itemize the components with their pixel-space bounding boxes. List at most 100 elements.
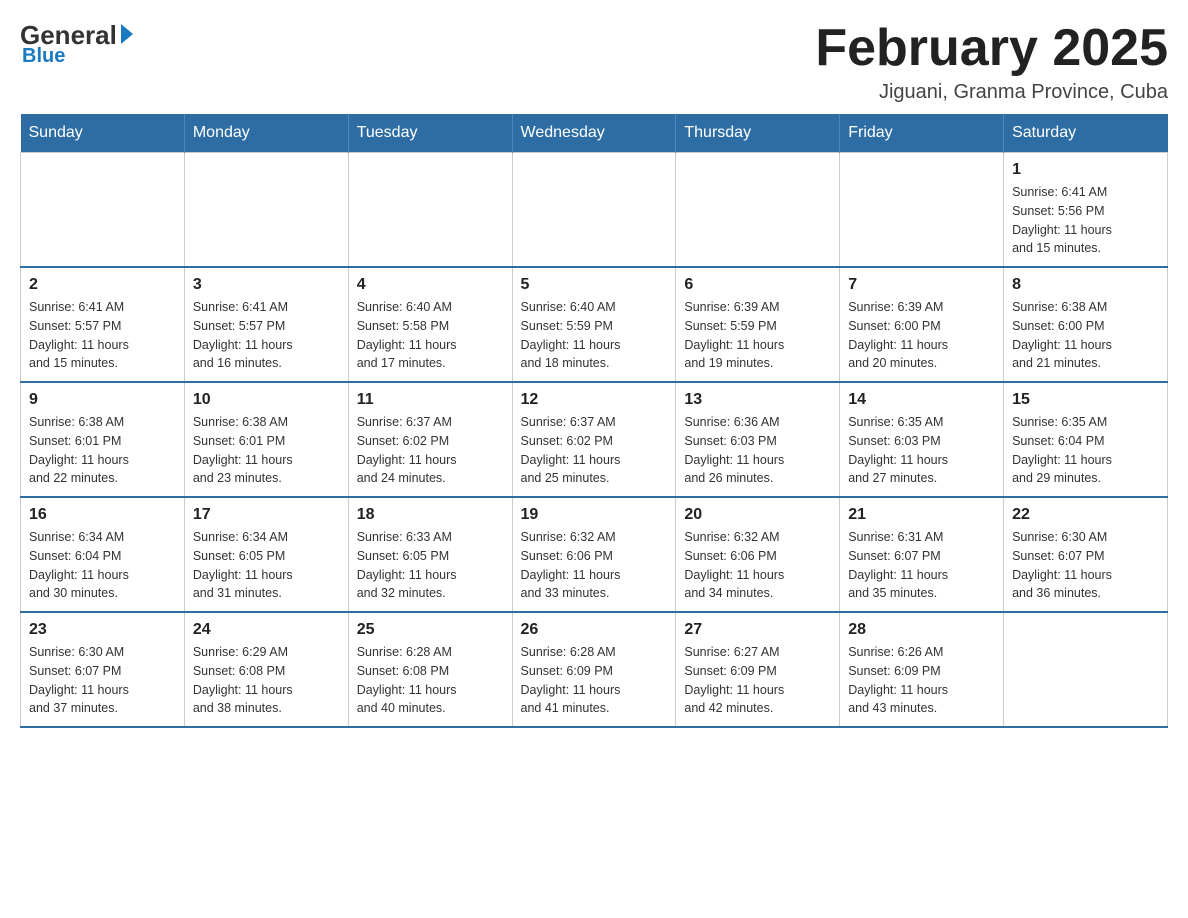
day-info: Sunrise: 6:28 AM Sunset: 6:09 PM Dayligh… (521, 643, 668, 718)
day-number: 23 (29, 621, 176, 639)
calendar-cell: 25 Sunrise: 6:28 AM Sunset: 6:08 PM Dayli… (348, 612, 512, 727)
calendar-cell: 1 Sunrise: 6:41 AM Sunset: 5:56 PM Daylig… (1004, 153, 1168, 268)
calendar-cell (1004, 612, 1168, 727)
calendar-cell: 10 Sunrise: 6:38 AM Sunset: 6:01 PM Dayli… (184, 382, 348, 497)
title-area: February 2025 Jiguani, Granma Province, … (815, 20, 1168, 104)
day-info: Sunrise: 6:30 AM Sunset: 6:07 PM Dayligh… (29, 643, 176, 718)
day-info: Sunrise: 6:36 AM Sunset: 6:03 PM Dayligh… (684, 413, 831, 488)
calendar-cell: 14 Sunrise: 6:35 AM Sunset: 6:03 PM Dayli… (840, 382, 1004, 497)
calendar-cell: 11Sunrise: 6:37 AM Sunset: 6:02 PM Dayli… (348, 382, 512, 497)
day-number: 12 (521, 391, 668, 409)
calendar-cell: 18 Sunrise: 6:33 AM Sunset: 6:05 PM Dayli… (348, 497, 512, 612)
calendar-cell (184, 153, 348, 268)
day-number: 1 (1012, 161, 1159, 179)
calendar-title: February 2025 (815, 20, 1168, 77)
day-info: Sunrise: 6:30 AM Sunset: 6:07 PM Dayligh… (1012, 528, 1159, 603)
day-info: Sunrise: 6:26 AM Sunset: 6:09 PM Dayligh… (848, 643, 995, 718)
day-info: Sunrise: 6:38 AM Sunset: 6:01 PM Dayligh… (29, 413, 176, 488)
day-number: 27 (684, 621, 831, 639)
calendar-cell: 23 Sunrise: 6:30 AM Sunset: 6:07 PM Dayli… (21, 612, 185, 727)
week-row-2: 2 Sunrise: 6:41 AM Sunset: 5:57 PM Daylig… (21, 267, 1168, 382)
day-number: 8 (1012, 276, 1159, 294)
calendar-cell: 7 Sunrise: 6:39 AM Sunset: 6:00 PM Daylig… (840, 267, 1004, 382)
day-info: Sunrise: 6:39 AM Sunset: 5:59 PM Dayligh… (684, 298, 831, 373)
day-number: 17 (193, 506, 340, 524)
week-row-3: 9 Sunrise: 6:38 AM Sunset: 6:01 PM Daylig… (21, 382, 1168, 497)
calendar-cell: 15 Sunrise: 6:35 AM Sunset: 6:04 PM Dayli… (1004, 382, 1168, 497)
day-number: 3 (193, 276, 340, 294)
day-number: 9 (29, 391, 176, 409)
day-number: 16 (29, 506, 176, 524)
day-number: 26 (521, 621, 668, 639)
logo-arrow-icon (121, 24, 133, 44)
calendar-cell: 26 Sunrise: 6:28 AM Sunset: 6:09 PM Dayli… (512, 612, 676, 727)
calendar-cell: 12 Sunrise: 6:37 AM Sunset: 6:02 PM Dayli… (512, 382, 676, 497)
day-number: 19 (521, 506, 668, 524)
calendar-cell (21, 153, 185, 268)
calendar-cell: 19 Sunrise: 6:32 AM Sunset: 6:06 PM Dayli… (512, 497, 676, 612)
day-number: 2 (29, 276, 176, 294)
day-number: 24 (193, 621, 340, 639)
weekday-header-monday: Monday (184, 114, 348, 153)
day-number: 14 (848, 391, 995, 409)
day-number: 5 (521, 276, 668, 294)
day-info: Sunrise: 6:34 AM Sunset: 6:05 PM Dayligh… (193, 528, 340, 603)
day-number: 28 (848, 621, 995, 639)
day-info: Sunrise: 6:31 AM Sunset: 6:07 PM Dayligh… (848, 528, 995, 603)
calendar-table: SundayMondayTuesdayWednesdayThursdayFrid… (20, 114, 1168, 728)
calendar-cell: 4 Sunrise: 6:40 AM Sunset: 5:58 PM Daylig… (348, 267, 512, 382)
calendar-subtitle: Jiguani, Granma Province, Cuba (815, 81, 1168, 104)
weekday-header-row: SundayMondayTuesdayWednesdayThursdayFrid… (21, 114, 1168, 153)
logo: General Blue (20, 20, 133, 68)
calendar-cell: 8 Sunrise: 6:38 AM Sunset: 6:00 PM Daylig… (1004, 267, 1168, 382)
calendar-cell: 6 Sunrise: 6:39 AM Sunset: 5:59 PM Daylig… (676, 267, 840, 382)
day-number: 22 (1012, 506, 1159, 524)
calendar-cell: 2 Sunrise: 6:41 AM Sunset: 5:57 PM Daylig… (21, 267, 185, 382)
calendar-cell: 17 Sunrise: 6:34 AM Sunset: 6:05 PM Dayli… (184, 497, 348, 612)
calendar-cell: 27 Sunrise: 6:27 AM Sunset: 6:09 PM Dayli… (676, 612, 840, 727)
weekday-header-wednesday: Wednesday (512, 114, 676, 153)
day-number: 13 (684, 391, 831, 409)
weekday-header-saturday: Saturday (1004, 114, 1168, 153)
day-info: Sunrise: 6:39 AM Sunset: 6:00 PM Dayligh… (848, 298, 995, 373)
calendar-cell: 21 Sunrise: 6:31 AM Sunset: 6:07 PM Dayli… (840, 497, 1004, 612)
day-info: Sunrise: 6:34 AM Sunset: 6:04 PM Dayligh… (29, 528, 176, 603)
day-number: 6 (684, 276, 831, 294)
day-number: 18 (357, 506, 504, 524)
calendar-cell: 24Sunrise: 6:29 AM Sunset: 6:08 PM Dayli… (184, 612, 348, 727)
day-info: Sunrise: 6:35 AM Sunset: 6:03 PM Dayligh… (848, 413, 995, 488)
calendar-cell (840, 153, 1004, 268)
day-number: 7 (848, 276, 995, 294)
day-info: Sunrise: 6:33 AM Sunset: 6:05 PM Dayligh… (357, 528, 504, 603)
day-number: 15 (1012, 391, 1159, 409)
calendar-cell: 13 Sunrise: 6:36 AM Sunset: 6:03 PM Dayli… (676, 382, 840, 497)
day-info: Sunrise: 6:40 AM Sunset: 5:58 PM Dayligh… (357, 298, 504, 373)
logo-blue: Blue (22, 45, 65, 68)
day-info: Sunrise: 6:38 AM Sunset: 6:00 PM Dayligh… (1012, 298, 1159, 373)
day-info: Sunrise: 6:41 AM Sunset: 5:56 PM Dayligh… (1012, 183, 1159, 258)
calendar-cell: 16 Sunrise: 6:34 AM Sunset: 6:04 PM Dayli… (21, 497, 185, 612)
week-row-4: 16 Sunrise: 6:34 AM Sunset: 6:04 PM Dayli… (21, 497, 1168, 612)
calendar-cell: 22 Sunrise: 6:30 AM Sunset: 6:07 PM Dayli… (1004, 497, 1168, 612)
day-info: Sunrise: 6:41 AM Sunset: 5:57 PM Dayligh… (29, 298, 176, 373)
day-info: Sunrise: 6:35 AM Sunset: 6:04 PM Dayligh… (1012, 413, 1159, 488)
day-number: 4 (357, 276, 504, 294)
day-number: 25 (357, 621, 504, 639)
day-info: Sunrise: 6:32 AM Sunset: 6:06 PM Dayligh… (521, 528, 668, 603)
calendar-cell: 5Sunrise: 6:40 AM Sunset: 5:59 PM Daylig… (512, 267, 676, 382)
day-info: Sunrise: 6:38 AM Sunset: 6:01 PM Dayligh… (193, 413, 340, 488)
calendar-cell (512, 153, 676, 268)
weekday-header-friday: Friday (840, 114, 1004, 153)
day-number: 10 (193, 391, 340, 409)
day-info: Sunrise: 6:27 AM Sunset: 6:09 PM Dayligh… (684, 643, 831, 718)
week-row-5: 23 Sunrise: 6:30 AM Sunset: 6:07 PM Dayli… (21, 612, 1168, 727)
calendar-cell (348, 153, 512, 268)
weekday-header-tuesday: Tuesday (348, 114, 512, 153)
page-header: General Blue February 2025 Jiguani, Gran… (20, 20, 1168, 104)
day-number: 11 (357, 391, 504, 409)
weekday-header-sunday: Sunday (21, 114, 185, 153)
day-number: 21 (848, 506, 995, 524)
calendar-cell: 28 Sunrise: 6:26 AM Sunset: 6:09 PM Dayli… (840, 612, 1004, 727)
day-info: Sunrise: 6:37 AM Sunset: 6:02 PM Dayligh… (521, 413, 668, 488)
day-info: Sunrise: 6:28 AM Sunset: 6:08 PM Dayligh… (357, 643, 504, 718)
